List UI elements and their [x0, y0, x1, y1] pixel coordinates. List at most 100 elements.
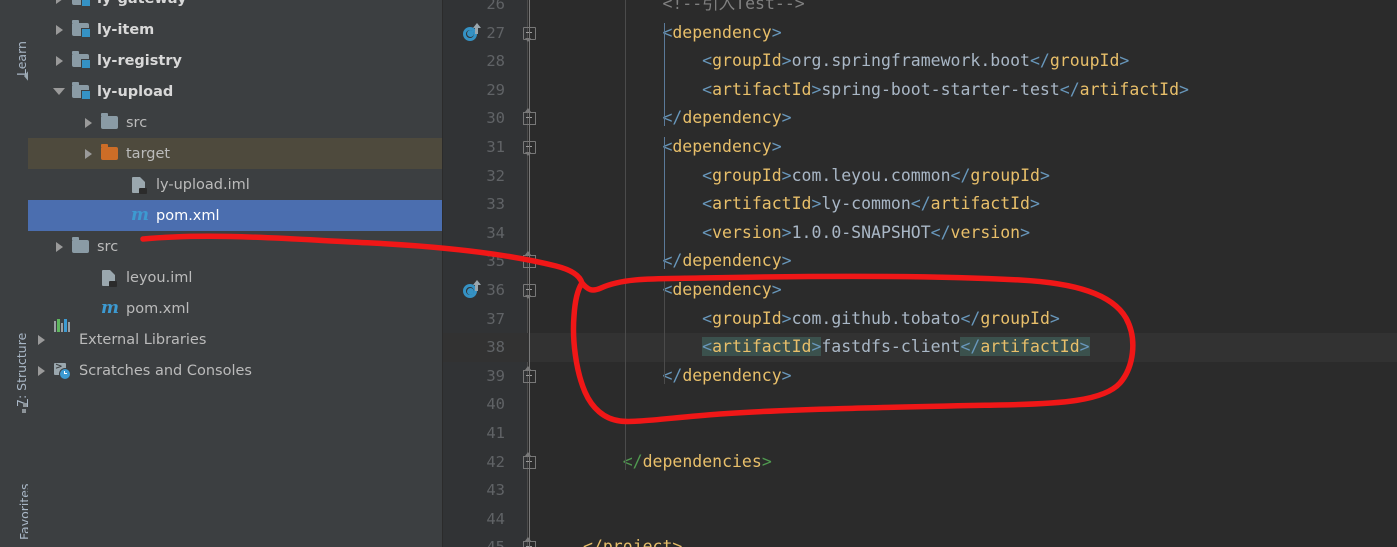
tree-node-label: ly-gateway	[97, 0, 187, 7]
line-number: 40	[486, 395, 505, 414]
line-number: 30	[486, 109, 505, 128]
tree-node-pom-upload[interactable]: m pom.xml	[28, 200, 442, 231]
code-text: </dependency>	[662, 365, 792, 385]
code-line-39[interactable]: 39 </dependency>	[443, 362, 1397, 391]
tree-node-ly-upload[interactable]: ly-upload	[28, 76, 442, 107]
code-line-29[interactable]: 29 <artifactId>spring-boot-starter-test</…	[443, 76, 1397, 105]
code-text: <groupId>org.springframework.boot</group…	[702, 51, 1130, 71]
code-line-35[interactable]: 35 </dependency>	[443, 247, 1397, 276]
line-number: 44	[486, 509, 505, 528]
line-number: 45	[443, 533, 505, 547]
code-line-45[interactable]: 45 </project>	[443, 533, 1397, 547]
maven-dependency-icon[interactable]	[463, 280, 481, 299]
tree-node-pom-root[interactable]: m pom.xml	[28, 293, 442, 324]
module-folder-icon	[72, 82, 91, 100]
tree-node-ly-gateway[interactable]: ly-gateway	[28, 0, 442, 14]
tree-node-label: ly-upload.iml	[156, 176, 250, 193]
code-line-30[interactable]: 30 </dependency>	[443, 104, 1397, 133]
iml-file-icon	[131, 177, 149, 194]
module-folder-icon	[72, 20, 91, 38]
tree-node-label: leyou.iml	[126, 269, 193, 286]
tree-node-src-root[interactable]: src	[28, 231, 442, 262]
indent-guide	[664, 22, 666, 127]
code-line-36[interactable]: 36 <dependency>	[443, 276, 1397, 305]
code-line-26[interactable]: 26 <!--引入Test-->	[443, 0, 1397, 19]
code-text: <!--引入Test-->	[662, 0, 805, 13]
code-text: <dependency>	[662, 137, 782, 156]
code-text: <artifactId>ly-common</artifactId>	[702, 194, 1040, 214]
line-number: 29	[486, 80, 505, 99]
line-number: 33	[486, 195, 505, 214]
code-line-44[interactable]: 44	[443, 505, 1397, 534]
code-text: </dependency>	[662, 108, 792, 128]
fold-connector-line	[529, 0, 530, 547]
maven-file-icon: m	[131, 205, 149, 225]
tree-node-label: ly-upload	[97, 83, 174, 100]
code-line-37[interactable]: 37 <groupId>com.github.tobato</groupId>	[443, 305, 1397, 334]
tree-node-label: ly-item	[97, 21, 155, 38]
expand-arrow-icon[interactable]	[75, 148, 101, 159]
line-number: 43	[486, 481, 505, 500]
code-line-28[interactable]: 28 <groupId>org.springframework.boot</gro…	[443, 47, 1397, 76]
excluded-folder-icon	[101, 144, 119, 161]
left-tool-window-bar: Learn 7: Structure Favorites	[0, 0, 29, 547]
expand-arrow-icon[interactable]	[28, 334, 54, 345]
code-line-41[interactable]: 41	[443, 419, 1397, 448]
tree-node-src-upload[interactable]: src	[28, 107, 442, 138]
line-number: 38	[486, 338, 505, 357]
tree-node-leyou-iml[interactable]: leyou.iml	[28, 262, 442, 293]
editor-text-area[interactable]: 26 <!--引入Test--> 27 <dependency> 28 <groupId>…	[443, 0, 1397, 547]
line-number: 26	[486, 0, 505, 13]
code-text: <groupId>com.github.tobato</groupId>	[702, 308, 1060, 328]
code-line-34[interactable]: 34 <version>1.0.0-SNAPSHOT</version>	[443, 219, 1397, 248]
collapse-arrow-icon[interactable]	[46, 88, 72, 95]
code-text: </dependencies>	[622, 451, 772, 471]
tree-node-ly-item[interactable]: ly-item	[28, 14, 442, 45]
expand-arrow-icon[interactable]	[46, 0, 72, 4]
tool-button-structure[interactable]: 7: Structure	[0, 300, 28, 420]
code-line-42[interactable]: 42 </dependencies>	[443, 448, 1397, 477]
expand-arrow-icon[interactable]	[46, 24, 72, 35]
code-text: <artifactId>fastdfs-client</artifactId>	[702, 337, 1090, 357]
tree-node-ext-libs[interactable]: External Libraries	[28, 319, 442, 355]
expand-arrow-icon[interactable]	[75, 117, 101, 128]
expand-arrow-icon[interactable]	[46, 55, 72, 66]
folder-icon	[101, 113, 119, 130]
iml-file-icon	[101, 270, 119, 287]
code-line-33[interactable]: 33 <artifactId>ly-common</artifactId>	[443, 190, 1397, 219]
tree-node-ly-upload-iml[interactable]: ly-upload.iml	[28, 169, 442, 200]
tool-button-favorites[interactable]: Favorites	[0, 440, 28, 547]
expand-arrow-icon[interactable]	[28, 365, 54, 376]
code-line-40[interactable]: 40	[443, 390, 1397, 419]
folder-icon	[72, 237, 90, 254]
code-editor[interactable]: 26 <!--引入Test--> 27 <dependency> 28 <groupId>…	[443, 0, 1397, 547]
code-line-27[interactable]: 27 <dependency>	[443, 19, 1397, 48]
maven-dependency-icon[interactable]	[463, 22, 481, 42]
tree-node-ly-registry[interactable]: ly-registry	[28, 45, 442, 76]
line-number: 41	[486, 424, 505, 442]
code-line-43[interactable]: 43	[443, 476, 1397, 505]
line-number: 35	[486, 252, 505, 271]
code-line-32[interactable]: 32 <groupId>com.leyou.common</groupId>	[443, 162, 1397, 191]
module-folder-icon	[72, 51, 91, 69]
indent-guide	[624, 0, 626, 470]
line-number: 42	[486, 452, 505, 471]
line-number: 28	[486, 52, 505, 71]
libraries-icon	[54, 319, 72, 347]
code-text: <artifactId>spring-boot-starter-test</ar…	[702, 79, 1189, 99]
project-tool-window[interactable]: ly-gateway ly-item ly-registry ly-upload src…	[28, 0, 443, 547]
tree-node-label: ly-registry	[97, 52, 182, 69]
expand-arrow-icon[interactable]	[46, 241, 72, 252]
tree-node-target[interactable]: target	[28, 138, 442, 169]
code-line-38[interactable]: 38 <artifactId>fastdfs-client</artifactId…	[443, 333, 1397, 362]
code-text: <dependency>	[662, 22, 782, 42]
tree-node-label: pom.xml	[126, 300, 190, 317]
tool-button-learn[interactable]: Learn	[0, 0, 28, 86]
code-text: </project>	[583, 537, 683, 547]
scratches-icon: >	[54, 363, 72, 380]
line-number: 32	[486, 166, 505, 185]
tree-node-scratches[interactable]: > Scratches and Consoles	[28, 355, 442, 386]
line-number: 37	[486, 309, 505, 328]
line-number: 34	[486, 223, 505, 242]
code-line-31[interactable]: 31 <dependency>	[443, 133, 1397, 162]
